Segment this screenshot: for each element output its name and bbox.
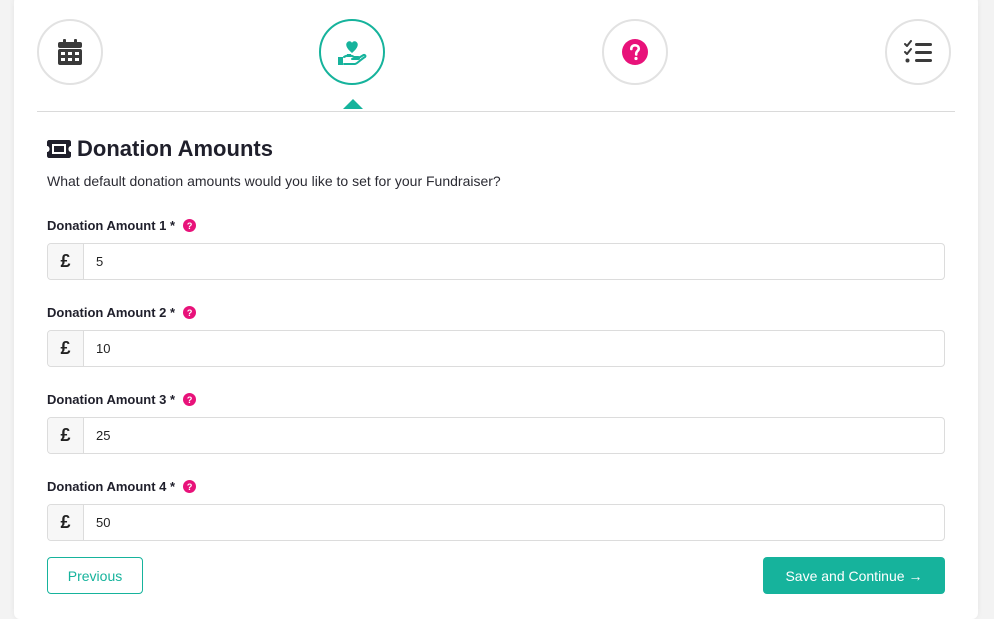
- donation-amount-4-group: £: [47, 504, 945, 541]
- step-questions[interactable]: [602, 19, 668, 85]
- step-navigation: [37, 19, 955, 112]
- currency-prefix: £: [48, 418, 84, 453]
- donation-amount-1-group: £: [47, 243, 945, 280]
- save-and-continue-button[interactable]: Save and Continue →: [763, 557, 945, 594]
- ticket-icon: [47, 140, 71, 158]
- help-icon[interactable]: ?: [183, 393, 197, 406]
- donation-amount-2-label: Donation Amount 2 * ?: [47, 305, 197, 320]
- donation-amount-3-label: Donation Amount 3 * ?: [47, 392, 197, 407]
- donation-amount-4-input[interactable]: [84, 505, 944, 540]
- donation-amount-2-input[interactable]: [84, 331, 944, 366]
- checklist-icon: [904, 40, 932, 63]
- previous-button[interactable]: Previous: [47, 557, 143, 594]
- field-label-text: Donation Amount 3 *: [47, 392, 176, 407]
- active-step-indicator: [343, 99, 363, 109]
- donation-amount-3-group: £: [47, 417, 945, 454]
- currency-prefix: £: [48, 244, 84, 279]
- section-header: Donation Amounts: [47, 136, 273, 162]
- step-date[interactable]: [37, 19, 103, 85]
- donation-amount-1-label: Donation Amount 1 * ?: [47, 218, 197, 233]
- fundraiser-form-card: Donation Amounts What default donation a…: [14, 0, 978, 619]
- save-button-label: Save and Continue: [785, 567, 905, 584]
- donation-hand-heart-icon: [338, 41, 367, 65]
- field-label-text: Donation Amount 4 *: [47, 479, 176, 494]
- currency-prefix: £: [48, 331, 84, 366]
- donation-amount-3-input[interactable]: [84, 418, 944, 453]
- field-label-text: Donation Amount 1 *: [47, 218, 176, 233]
- help-icon[interactable]: ?: [183, 219, 197, 232]
- section-title: Donation Amounts: [77, 136, 273, 161]
- step-review[interactable]: [885, 19, 951, 85]
- help-icon[interactable]: ?: [183, 306, 197, 319]
- currency-prefix: £: [48, 505, 84, 540]
- donation-amount-4-label: Donation Amount 4 * ?: [47, 479, 197, 494]
- field-label-text: Donation Amount 2 *: [47, 305, 176, 320]
- arrow-right-icon: →: [908, 567, 923, 584]
- calendar-icon: [58, 39, 82, 65]
- section-subtitle: What default donation amounts would you …: [47, 173, 501, 189]
- donation-amount-2-group: £: [47, 330, 945, 367]
- step-donation-amounts[interactable]: [319, 19, 385, 85]
- help-icon[interactable]: ?: [183, 480, 197, 493]
- donation-amount-1-input[interactable]: [84, 244, 944, 279]
- question-circle-icon: [622, 39, 648, 65]
